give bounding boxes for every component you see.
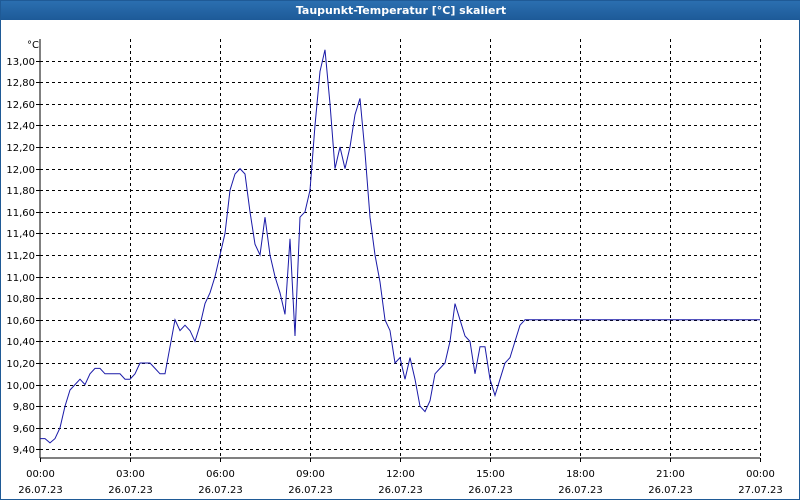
x-tick-time: 00:00 [746,469,775,480]
y-tick-label: 12,80 [6,78,35,89]
x-tick-time: 21:00 [656,469,685,480]
x-tick-time: 00:00 [26,469,55,480]
y-tick-label: 12,00 [6,165,35,176]
x-tick-time: 18:00 [566,469,595,480]
x-tick-time: 12:00 [386,469,415,480]
y-axis-unit: °C [27,40,39,51]
line-chart: 9,40 9,60 9,80 10,00 10,20 10,40 10,60 10,80 11,… [6,39,783,496]
y-tick-label: 11,20 [6,251,35,262]
y-tick-label: 10,80 [6,294,35,305]
x-tick-date: 26.07.23 [18,485,63,496]
y-tick-label: 10,60 [6,316,35,327]
y-tick-label: 12,20 [6,143,35,154]
y-tick-label: 10,20 [6,359,35,370]
x-tick-time: 09:00 [296,469,325,480]
y-tick-label: 11,80 [6,186,35,197]
x-tick-date: 26.07.23 [468,485,513,496]
y-tick-label: 9,80 [13,402,35,413]
x-tick-date: 26.07.23 [108,485,153,496]
y-tick-label: 10,40 [6,337,35,348]
y-tick-label: 9,40 [13,445,35,456]
x-tick-date: 26.07.23 [378,485,423,496]
y-tick-label: 9,60 [13,424,35,435]
y-tick-label: 13,00 [6,57,35,68]
x-tick-date: 26.07.23 [288,485,333,496]
x-tick-time: 03:00 [116,469,145,480]
y-tick-label: 12,60 [6,100,35,111]
x-tick-date: 26.07.23 [558,485,603,496]
x-tick-date: 26.07.23 [648,485,693,496]
y-tick-label: 10,00 [6,381,35,392]
y-tick-label: 12,40 [6,121,35,132]
y-tick-label: 11,40 [6,229,35,240]
y-tick-label: 11,60 [6,208,35,219]
x-tick-time: 06:00 [206,469,235,480]
x-tick-time: 15:00 [476,469,505,480]
x-tick-date: 27.07.23 [738,485,783,496]
y-tick-label: 11,00 [6,273,35,284]
x-tick-date: 26.07.23 [198,485,243,496]
